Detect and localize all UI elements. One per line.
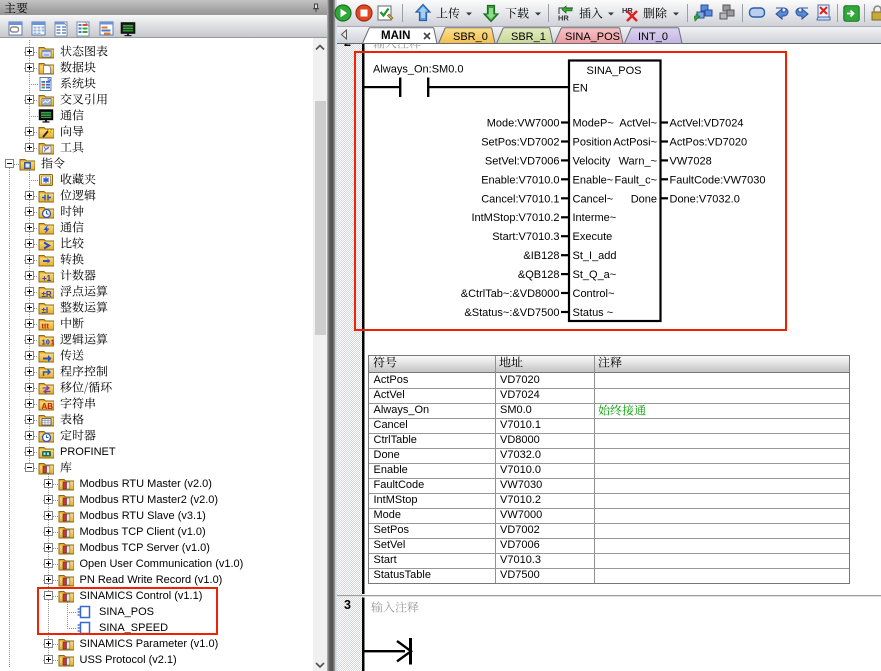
svg-text:HR: HR: [558, 14, 569, 23]
svg-text:10: 10: [42, 339, 50, 347]
svg-text:+1: +1: [42, 274, 52, 283]
svg-text:±I: ±I: [42, 306, 49, 315]
svg-text:1: 1: [51, 339, 55, 347]
svg-text:±R: ±R: [42, 290, 52, 299]
svg-text:AB: AB: [42, 402, 54, 411]
svg-text:ttt: ttt: [42, 321, 50, 330]
